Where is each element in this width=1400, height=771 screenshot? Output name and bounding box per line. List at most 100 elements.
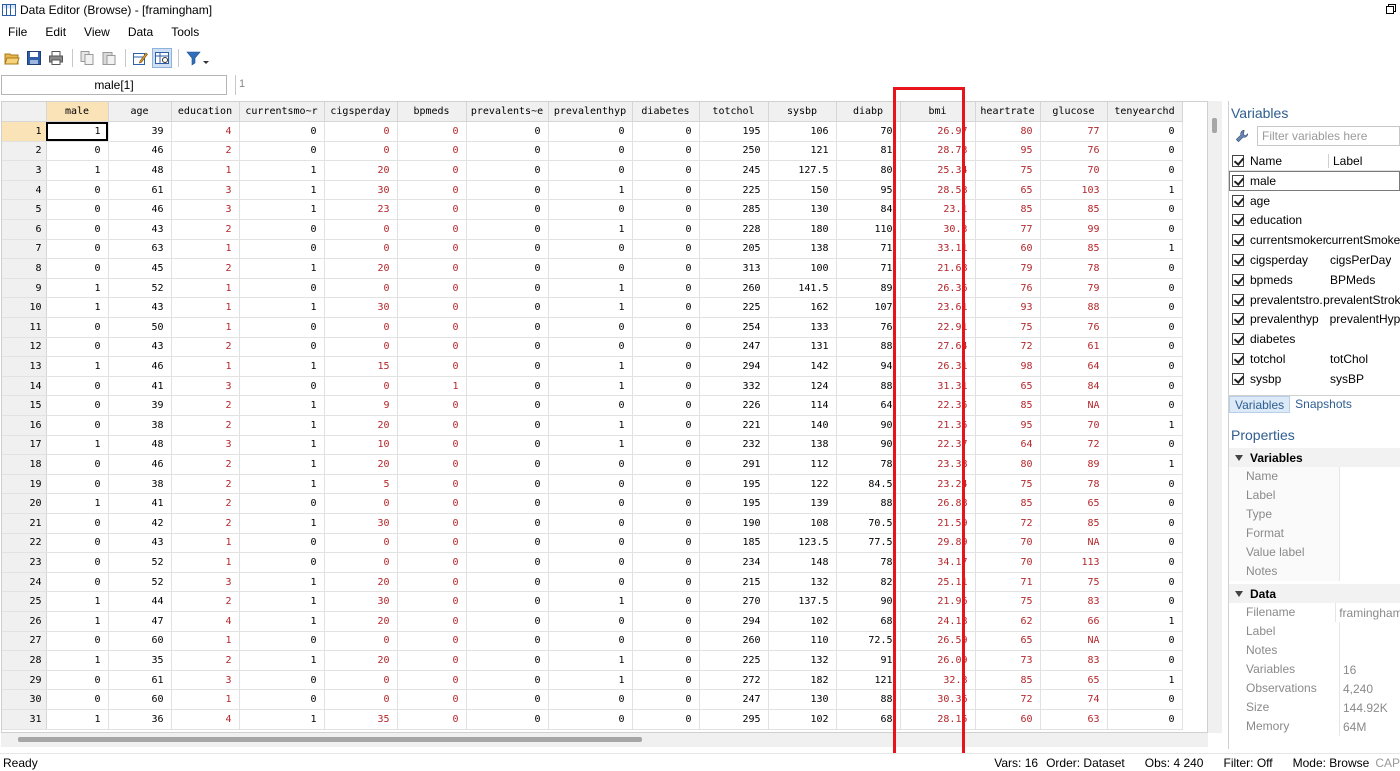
data-cell[interactable]: 61 [108,180,172,201]
data-cell[interactable]: 65 [1040,670,1108,691]
data-cell[interactable]: 45 [108,258,172,279]
data-cell[interactable]: 0 [632,474,700,495]
data-cell[interactable]: 182 [768,670,837,691]
data-cell[interactable]: 21.96 [900,591,976,612]
data-cell[interactable]: 1 [46,650,109,671]
data-cell[interactable]: 26.97 [900,121,976,142]
data-cell[interactable]: 2 [171,395,240,416]
data-cell[interactable]: 1 [239,435,325,456]
data-cell[interactable]: 137.5 [768,591,837,612]
data-cell[interactable]: 0 [239,278,325,299]
data-cell[interactable]: 110 [768,631,837,652]
data-cell[interactable]: 52 [108,552,172,573]
data-cell[interactable]: 23.38 [900,454,976,475]
row-number[interactable]: 27 [2,631,47,652]
data-cell[interactable]: 43 [108,533,172,554]
data-cell[interactable]: 84 [836,199,901,221]
column-name-header[interactable]: Name [1250,154,1328,168]
column-header[interactable]: male [46,102,109,123]
data-cell[interactable]: 0 [397,552,467,573]
data-cell[interactable]: 2 [171,219,240,240]
data-cell[interactable]: 1 [171,278,240,299]
data-cell[interactable]: 2 [171,650,240,671]
data-cell[interactable]: 1 [548,670,633,691]
data-cell[interactable]: 0 [324,337,398,358]
data-cell[interactable]: 0 [46,415,109,436]
row-number[interactable]: 22 [2,533,47,554]
data-cell[interactable]: 0 [548,199,633,221]
data-cell[interactable]: 0 [466,199,549,221]
data-cell[interactable]: 131 [768,337,837,358]
data-cell[interactable]: 0 [397,337,467,358]
data-cell[interactable]: 0 [632,395,700,416]
data-cell[interactable]: 0 [397,611,467,632]
data-cell[interactable]: 20 [324,572,398,593]
data-cell[interactable]: 0 [466,650,549,671]
variable-checkbox[interactable] [1232,353,1244,366]
data-cell[interactable]: 1 [239,474,325,495]
data-cell[interactable]: 3 [171,376,240,397]
row-number[interactable]: 8 [2,258,47,279]
data-cell[interactable]: 0 [632,435,700,456]
data-cell[interactable]: 26.59 [900,631,976,652]
data-cell[interactable]: 0 [397,415,467,436]
data-cell[interactable]: 0 [1107,199,1183,221]
row-number[interactable]: 11 [2,317,47,338]
data-cell[interactable]: 0 [397,395,467,416]
data-cell[interactable]: 2 [171,493,240,514]
data-cell[interactable]: 0 [632,611,700,632]
data-cell[interactable]: 228 [699,219,769,240]
data-cell[interactable]: 247 [699,689,769,710]
data-cell[interactable]: 43 [108,337,172,358]
open-folder-icon[interactable] [2,48,22,68]
row-number[interactable]: 3 [2,160,47,181]
data-cell[interactable]: 80 [836,160,901,181]
data-cell[interactable]: 110 [836,219,901,240]
data-cell[interactable]: 0 [397,258,467,279]
data-cell[interactable]: 1 [239,454,325,475]
data-cell[interactable]: 0 [466,533,549,554]
data-cell[interactable]: 0 [397,689,467,710]
data-cell[interactable]: 36 [108,709,172,730]
row-number[interactable]: 30 [2,689,47,710]
row-number[interactable]: 18 [2,454,47,475]
data-cell[interactable]: 52 [108,278,172,299]
column-header[interactable]: tenyearchd [1107,102,1183,123]
data-cell[interactable]: 1 [239,650,325,671]
data-cell[interactable]: 71 [836,239,901,260]
data-cell[interactable]: NA [1040,533,1108,554]
variable-item[interactable]: totchol totChol [1229,349,1400,369]
data-cell[interactable]: 0 [1107,278,1183,299]
data-cell[interactable]: 29.89 [900,533,976,554]
data-cell[interactable]: 0 [239,631,325,652]
column-header[interactable]: sysbp [768,102,837,123]
data-cell[interactable]: 48 [108,435,172,456]
data-cell[interactable]: 0 [466,611,549,632]
data-cell[interactable]: 0 [397,631,467,652]
data-cell[interactable]: 77.5 [836,533,901,554]
data-cell[interactable]: 0 [324,493,398,514]
data-cell[interactable]: 75 [1040,572,1108,593]
data-cell[interactable]: 81 [836,141,901,162]
data-cell[interactable]: 5 [324,474,398,495]
data-cell[interactable]: 0 [239,533,325,554]
data-cell[interactable]: 3 [171,435,240,456]
data-cell[interactable]: 0 [466,435,549,456]
data-cell[interactable]: 0 [548,533,633,554]
data-cell[interactable]: 1 [548,650,633,671]
data-cell[interactable]: 1 [239,297,325,319]
data-cell[interactable]: 1 [548,415,633,436]
data-cell[interactable]: 0 [466,493,549,514]
data-cell[interactable]: 0 [632,219,700,240]
data-cell[interactable]: 64 [1040,356,1108,377]
data-cell[interactable]: 0 [46,689,109,710]
data-cell[interactable]: 0 [46,376,109,397]
data-cell[interactable]: 121 [768,141,837,162]
data-cell[interactable]: 0 [632,650,700,671]
data-cell[interactable]: 295 [699,709,769,730]
vertical-scrollbar[interactable] [1208,101,1222,733]
column-header[interactable]: prevalenthyp [548,102,633,123]
data-cell[interactable]: 0 [46,474,109,495]
data-cell[interactable]: 88 [836,376,901,397]
data-cell[interactable]: 72 [975,337,1041,358]
